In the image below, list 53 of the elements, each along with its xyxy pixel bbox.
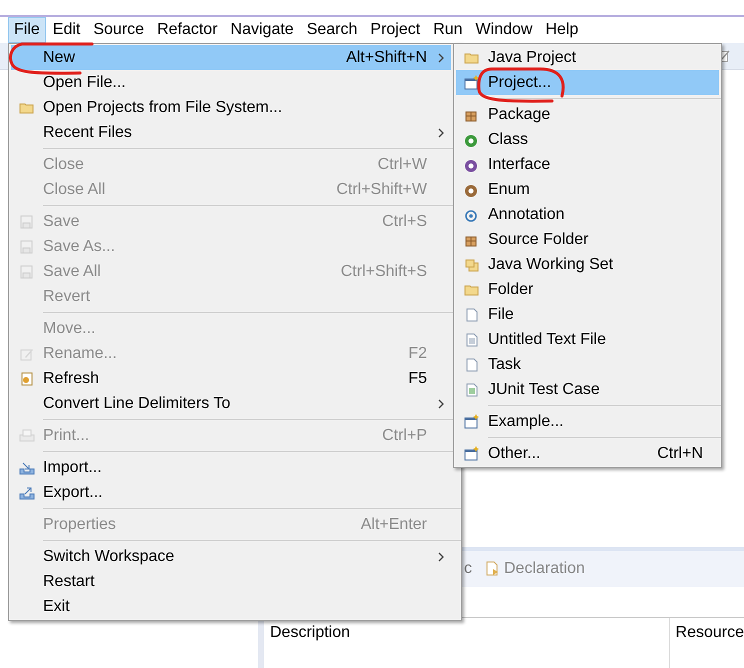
menu-item[interactable]: Restart — [11, 569, 451, 594]
window-icon — [464, 74, 480, 90]
menu-item[interactable]: Switch Workspace — [11, 544, 451, 569]
window-icon — [464, 414, 480, 430]
menu-bar-item[interactable]: Window — [470, 17, 538, 43]
menu-item[interactable]: Example... — [456, 409, 719, 434]
menu-item[interactable]: Project... — [456, 70, 719, 95]
menu-item[interactable]: Java Working Set — [456, 252, 719, 277]
menu-item[interactable]: Class — [456, 127, 719, 152]
menu-item[interactable]: Enum — [456, 177, 719, 202]
tray-arrow-icon — [19, 460, 35, 476]
menu-item[interactable]: Interface — [456, 152, 719, 177]
menu-bar-item[interactable]: Project — [364, 17, 426, 43]
file-icon — [464, 306, 480, 322]
menu-item[interactable]: Recent Files — [11, 120, 451, 145]
task-icon — [464, 356, 480, 372]
test-file-icon — [464, 382, 480, 398]
menu-item[interactable]: Source Folder — [456, 227, 719, 252]
document-icon — [19, 370, 35, 386]
menu-item[interactable]: Task — [456, 352, 719, 377]
menu-item[interactable]: Open File... — [11, 70, 451, 95]
menu-item[interactable]: Import... — [11, 455, 451, 480]
menu-bar-item[interactable]: Source — [87, 17, 150, 43]
folders-icon — [464, 256, 480, 272]
menu-item[interactable]: JUnit Test Case — [456, 377, 719, 402]
menu-item[interactable]: Java Project — [456, 45, 719, 70]
menu-item[interactable]: Exit — [11, 594, 451, 619]
menu-bar-item[interactable]: Edit — [46, 17, 86, 43]
menu-item[interactable]: Package — [456, 102, 719, 127]
menu-bar-item[interactable]: Run — [427, 17, 469, 43]
menu-bar-item[interactable]: File — [8, 17, 46, 43]
menu-item[interactable]: Convert Line Delimiters To — [11, 391, 451, 416]
menu-item[interactable]: File — [456, 302, 719, 327]
menu-item[interactable]: Annotation — [456, 202, 719, 227]
menu-item[interactable]: Export... — [11, 480, 451, 505]
document-icon — [484, 561, 500, 577]
view-tab[interactable]: c — [464, 560, 472, 578]
menu-item[interactable]: Untitled Text File — [456, 327, 719, 352]
menu-item[interactable]: Open Projects from File System... — [11, 95, 451, 120]
floppy-disks-icon — [19, 264, 35, 280]
menu-bar-item[interactable]: Refactor — [151, 17, 224, 43]
tray-arrow-icon — [19, 484, 35, 500]
menu-item[interactable]: Folder — [456, 277, 719, 302]
menu-item[interactable]: Refresh F5 — [11, 366, 451, 391]
text-file-icon — [464, 332, 480, 348]
menu-bar-item[interactable]: Navigate — [224, 17, 300, 43]
printer-icon — [19, 428, 35, 444]
menu-item[interactable]: New Alt+Shift+N — [11, 45, 451, 70]
menu-bar-item[interactable]: Search — [300, 17, 364, 43]
menu-item[interactable]: Other... Ctrl+N — [456, 441, 719, 466]
window-icon — [464, 446, 480, 462]
column-header[interactable]: Resource — [670, 618, 744, 668]
menu-bar-item[interactable]: Help — [539, 17, 584, 43]
